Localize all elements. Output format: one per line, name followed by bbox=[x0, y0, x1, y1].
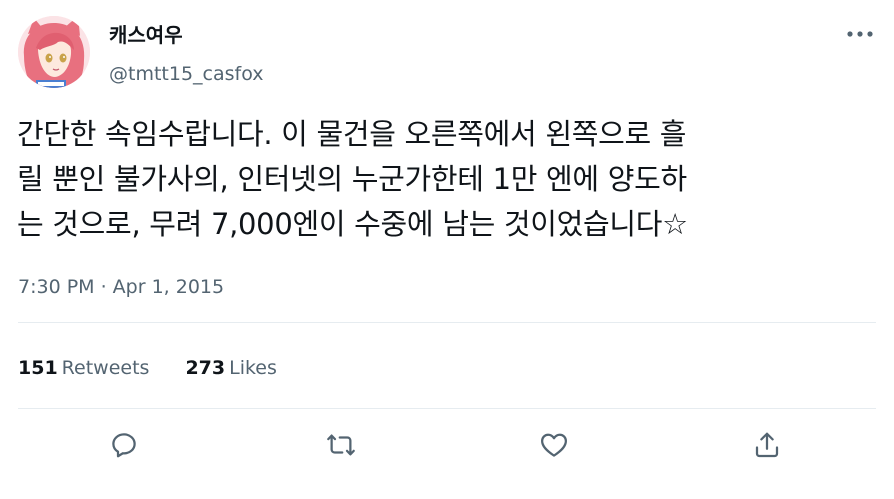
reply-icon bbox=[112, 433, 136, 458]
retweets-stat[interactable]: 151 Retweets bbox=[18, 355, 149, 381]
retweet-icon bbox=[327, 434, 355, 456]
user-handle[interactable]: @tmtt15_casfox bbox=[109, 61, 264, 87]
action-bar bbox=[0, 420, 894, 470]
likes-stat[interactable]: 273 Likes bbox=[185, 355, 276, 381]
tweet-text: 간단한 속임수랍니다. 이 물건을 오른쪽에서 왼쪽으로 흘 릴 뿐인 불가사의… bbox=[17, 117, 688, 241]
avatar-image bbox=[18, 16, 90, 88]
divider bbox=[18, 408, 876, 409]
engagement-stats: 151 Retweets 273 Likes bbox=[18, 355, 277, 381]
share-icon bbox=[755, 432, 779, 458]
likes-label: Likes bbox=[229, 357, 277, 379]
share-button[interactable] bbox=[746, 424, 788, 466]
retweets-count: 151 bbox=[18, 357, 58, 379]
retweet-button[interactable] bbox=[320, 424, 362, 466]
display-name[interactable]: 캐스여우 bbox=[109, 22, 183, 48]
likes-count: 273 bbox=[185, 357, 226, 379]
like-button[interactable] bbox=[533, 424, 575, 466]
more-options-button[interactable] bbox=[840, 18, 880, 50]
divider bbox=[18, 322, 876, 323]
avatar[interactable] bbox=[18, 16, 90, 88]
retweets-label: Retweets bbox=[61, 357, 150, 379]
reply-button[interactable] bbox=[103, 424, 145, 466]
tweet-timestamp[interactable]: 7:30 PM · Apr 1, 2015 bbox=[18, 274, 224, 300]
tweet-card: 캐스여우 @tmtt15_casfox 간단한 속임수랍니다. 이 물건을 오른… bbox=[0, 0, 894, 499]
like-icon bbox=[541, 433, 567, 457]
more-dots-icon bbox=[847, 31, 873, 37]
